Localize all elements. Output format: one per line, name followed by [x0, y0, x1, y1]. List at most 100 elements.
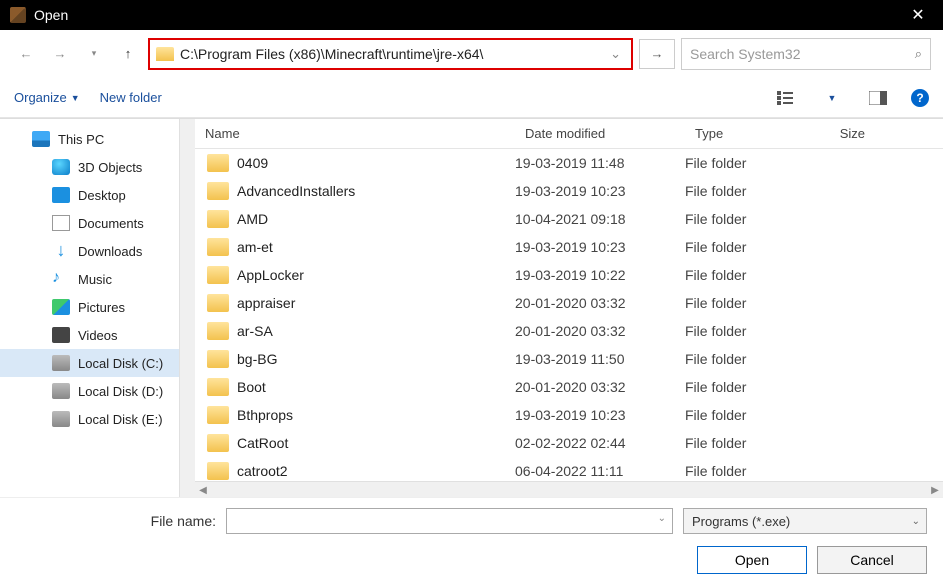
sidebar-item-music[interactable]: ♪Music	[0, 265, 195, 293]
sidebar-item-downloads[interactable]: ↓Downloads	[0, 237, 195, 265]
organize-menu[interactable]: Organize ▼	[14, 90, 80, 105]
file-type: File folder	[685, 351, 825, 367]
file-row[interactable]: AMD10-04-2021 09:18File folder	[195, 205, 943, 233]
address-input[interactable]	[180, 46, 600, 62]
file-name: ar-SA	[237, 323, 515, 339]
forward-button[interactable]: →	[46, 40, 74, 68]
go-button[interactable]: →	[639, 39, 675, 69]
address-dropdown-icon[interactable]: ⌄	[606, 46, 625, 62]
file-row[interactable]: bg-BG19-03-2019 11:50File folder	[195, 345, 943, 373]
folder-icon	[207, 182, 229, 200]
file-row[interactable]: Boot20-01-2020 03:32File folder	[195, 373, 943, 401]
file-name-dropdown-icon[interactable]: ⌄	[658, 513, 666, 524]
down-icon: ↓	[52, 243, 70, 259]
up-button[interactable]: ↑	[114, 40, 142, 68]
sidebar-item-label: Desktop	[78, 188, 126, 203]
sidebar-item-local-disk-d-[interactable]: Local Disk (D:)	[0, 377, 195, 405]
column-headers[interactable]: Name Date modified Type Size	[195, 119, 943, 149]
file-row[interactable]: AdvancedInstallers19-03-2019 10:23File f…	[195, 177, 943, 205]
close-icon[interactable]: ✕	[903, 5, 933, 25]
column-name[interactable]: Name	[195, 126, 515, 141]
file-date: 19-03-2019 10:23	[515, 183, 685, 199]
address-bar[interactable]: ⌄	[148, 38, 633, 70]
help-icon[interactable]: ?	[911, 89, 929, 107]
sidebar-item-documents[interactable]: Documents	[0, 209, 195, 237]
disk-icon	[52, 383, 70, 399]
cancel-button[interactable]: Cancel	[817, 546, 927, 574]
file-type: File folder	[685, 295, 825, 311]
file-row[interactable]: am-et19-03-2019 10:23File folder	[195, 233, 943, 261]
column-date[interactable]: Date modified	[515, 126, 685, 141]
sidebar-item-this-pc[interactable]: This PC	[0, 125, 195, 153]
sidebar[interactable]: This PC3D Objects Desktop Documents↓Downlo…	[0, 119, 195, 497]
sidebar-item-label: Local Disk (E:)	[78, 412, 163, 427]
file-date: 20-01-2020 03:32	[515, 379, 685, 395]
search-box[interactable]: Search System32 ⌕	[681, 38, 931, 70]
vid-icon	[52, 327, 70, 343]
file-date: 19-03-2019 10:22	[515, 267, 685, 283]
file-date: 19-03-2019 10:23	[515, 239, 685, 255]
folder-icon	[207, 434, 229, 452]
file-date: 19-03-2019 11:50	[515, 351, 685, 367]
pic-icon	[52, 299, 70, 315]
file-row[interactable]: appraiser20-01-2020 03:32File folder	[195, 289, 943, 317]
file-row[interactable]: Bthprops19-03-2019 10:23File folder	[195, 401, 943, 429]
file-name-input[interactable]: ⌄	[226, 508, 673, 534]
sidebar-scrollbar[interactable]	[183, 129, 193, 169]
column-size[interactable]: Size	[825, 126, 875, 141]
file-date: 10-04-2021 09:18	[515, 211, 685, 227]
file-name: 0409	[237, 155, 515, 171]
sidebar-item-3d-objects[interactable]: 3D Objects	[0, 153, 195, 181]
nav-bar: ← → ▾ ↑ ⌄ → Search System32 ⌕	[0, 30, 943, 78]
sidebar-item-label: Local Disk (C:)	[78, 356, 163, 371]
toolbar: Organize ▼ New folder ▼ ?	[0, 78, 943, 118]
file-type: File folder	[685, 323, 825, 339]
sidebar-item-desktop[interactable]: Desktop	[0, 181, 195, 209]
file-name: AppLocker	[237, 267, 515, 283]
folder-icon	[207, 154, 229, 172]
file-type: File folder	[685, 267, 825, 283]
file-name: AMD	[237, 211, 515, 227]
horizontal-scrollbar[interactable]: ◀ ▶	[195, 481, 943, 497]
footer: File name: ⌄ Programs (*.exe) ⌄ Open Can…	[0, 497, 943, 584]
view-options-button[interactable]	[773, 86, 799, 110]
sidebar-item-label: Videos	[78, 328, 118, 343]
file-list-area: Name Date modified Type Size 040919-03-2…	[195, 119, 943, 497]
disk-icon	[52, 355, 70, 371]
new-folder-label: New folder	[100, 90, 162, 105]
main-area: This PC3D Objects Desktop Documents↓Downlo…	[0, 118, 943, 497]
sidebar-item-pictures[interactable]: Pictures	[0, 293, 195, 321]
app-icon	[10, 7, 26, 23]
file-date: 19-03-2019 11:48	[515, 155, 685, 171]
sidebar-item-label: Music	[78, 272, 112, 287]
file-list[interactable]: 040919-03-2019 11:48File folderAdvancedI…	[195, 149, 943, 481]
file-row[interactable]: ar-SA20-01-2020 03:32File folder	[195, 317, 943, 345]
file-row[interactable]: catroot206-04-2022 11:11File folder	[195, 457, 943, 481]
column-type[interactable]: Type	[685, 126, 825, 141]
folder-icon	[207, 462, 229, 480]
file-name: appraiser	[237, 295, 515, 311]
chevron-down-icon: ⌄	[912, 516, 920, 527]
file-type-filter[interactable]: Programs (*.exe) ⌄	[683, 508, 927, 534]
doc-icon	[52, 215, 70, 231]
file-date: 06-04-2022 11:11	[515, 463, 685, 479]
folder-icon	[207, 210, 229, 228]
sidebar-item-videos[interactable]: Videos	[0, 321, 195, 349]
back-button[interactable]: ←	[12, 40, 40, 68]
file-name: am-et	[237, 239, 515, 255]
recent-dropdown[interactable]: ▾	[80, 40, 108, 68]
file-type: File folder	[685, 155, 825, 171]
open-button[interactable]: Open	[697, 546, 807, 574]
file-row[interactable]: 040919-03-2019 11:48File folder	[195, 149, 943, 177]
scroll-left-icon[interactable]: ◀	[195, 482, 211, 497]
sidebar-item-local-disk-c-[interactable]: Local Disk (C:)	[0, 349, 195, 377]
title-bar: Open ✕	[0, 0, 943, 30]
file-row[interactable]: CatRoot02-02-2022 02:44File folder	[195, 429, 943, 457]
new-folder-button[interactable]: New folder	[100, 90, 162, 105]
preview-pane-button[interactable]	[865, 86, 891, 110]
scroll-right-icon[interactable]: ▶	[927, 482, 943, 497]
file-row[interactable]: AppLocker19-03-2019 10:22File folder	[195, 261, 943, 289]
file-name: catroot2	[237, 463, 515, 479]
sidebar-item-local-disk-e-[interactable]: Local Disk (E:)	[0, 405, 195, 433]
view-dropdown-icon[interactable]: ▼	[819, 86, 845, 110]
